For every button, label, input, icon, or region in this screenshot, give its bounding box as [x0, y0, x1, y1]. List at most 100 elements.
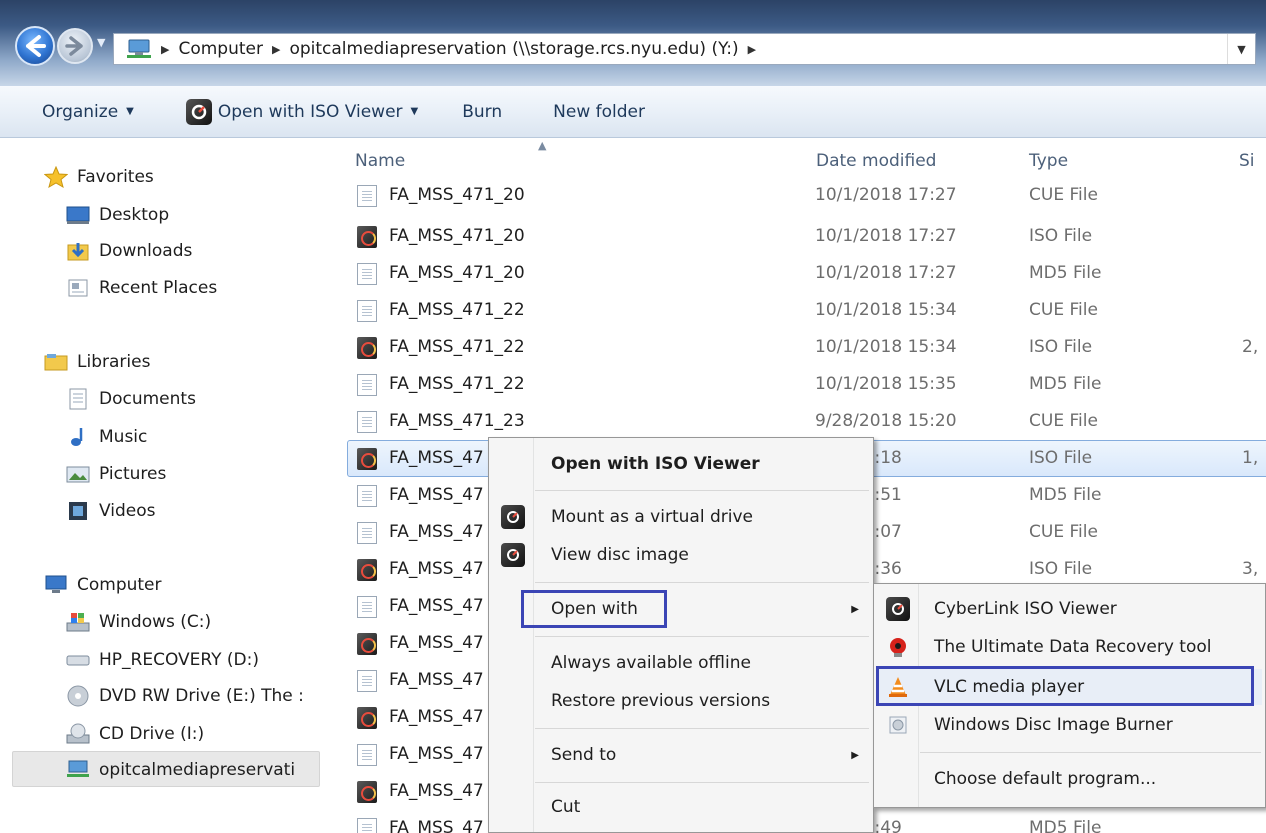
file-name-cell: FA_MSS_471_23 [389, 411, 525, 431]
column-header-type[interactable]: Type [1029, 151, 1068, 171]
menu-item-always-available-offline[interactable]: Always available offline [489, 646, 873, 680]
computer-icon [44, 574, 68, 596]
back-button[interactable] [15, 26, 55, 66]
document-file-icon [357, 670, 377, 692]
table-row[interactable]: FA_MSS_471_20 10/1/2018 17:27 ISO File [332, 218, 1266, 255]
address-field[interactable]: ▶ Computer ▶ opitcalmediapreservation (\… [113, 33, 1256, 65]
nav-item-drive-c[interactable]: Windows (C:) [66, 607, 211, 637]
nav-item-label: Desktop [99, 205, 170, 225]
nav-item-drive-i[interactable]: CD Drive (I:) [66, 719, 204, 749]
table-row[interactable]: FA_MSS_471_20 10/1/2018 17:27 MD5 File [332, 255, 1266, 292]
date-modified-cell: 10/1/2018 17:27 [815, 185, 957, 205]
file-name-cell: FA_MSS_47 [389, 781, 484, 801]
file-type-cell: ISO File [1029, 337, 1093, 357]
windows-drive-icon [66, 611, 90, 633]
menu-item-cut[interactable]: Cut [489, 790, 873, 824]
document-file-icon [357, 411, 377, 433]
nav-item-drive-e[interactable]: DVD RW Drive (E:) The : [66, 681, 304, 711]
document-file-icon [357, 374, 377, 396]
burn-label: Burn [462, 101, 503, 122]
nav-item-pictures[interactable]: Pictures [66, 459, 166, 489]
organize-button[interactable]: Organize ▼ [42, 102, 134, 122]
nav-computer[interactable]: Computer [44, 570, 162, 600]
file-name-cell: FA_MSS_47 [389, 744, 484, 764]
nav-item-label: CD Drive (I:) [99, 724, 205, 744]
table-row[interactable]: FA_MSS_471_22 10/1/2018 15:34 ISO File 2, [332, 329, 1266, 366]
forward-button[interactable] [57, 28, 93, 64]
nav-item-desktop[interactable]: Desktop [66, 200, 169, 230]
file-type-cell: ISO File [1029, 448, 1093, 468]
nav-item-label: Music [99, 427, 148, 447]
breadcrumb-separator[interactable]: ▶ [748, 43, 756, 56]
nav-item-drive-d[interactable]: HP_RECOVERY (D:) [66, 645, 259, 675]
breadcrumb-current-drive[interactable]: opitcalmediapreservation (\\storage.rcs.… [289, 39, 738, 59]
burn-button[interactable]: Burn [462, 102, 502, 122]
date-modified-cell: 10/1/2018 17:27 [815, 226, 957, 246]
menu-item-view-disc-image[interactable]: View disc image [489, 538, 873, 572]
table-row[interactable]: FA_MSS_471_23 9/28/2018 15:20 CUE File [332, 403, 1266, 440]
date-modified-cell: 10/1/2018 15:34 [815, 300, 957, 320]
table-row[interactable]: FA_MSS_471_22 10/1/2018 15:34 CUE File [332, 292, 1266, 329]
open-with-highlight-box [521, 590, 667, 628]
nav-item-label: Pictures [99, 464, 167, 484]
dvd-drive-icon [66, 685, 90, 707]
address-dropdown-button[interactable]: ▼ [1227, 34, 1255, 64]
file-size-cell: 2, [1242, 337, 1259, 357]
new-folder-button[interactable]: New folder [553, 102, 645, 122]
file-name-cell: FA_MSS_47 [389, 596, 484, 616]
breadcrumb-separator[interactable]: ▶ [272, 43, 280, 56]
menu-separator [535, 490, 869, 491]
data-recovery-icon [886, 635, 910, 659]
document-file-icon [357, 485, 377, 507]
date-modified-cell: 10/1/2018 15:34 [815, 337, 957, 357]
iso-file-icon [357, 448, 377, 470]
menu-item-cyberlink-iso-viewer[interactable]: CyberLink ISO Viewer [874, 592, 1265, 626]
organize-label: Organize [42, 101, 119, 122]
iso-file-icon [357, 337, 377, 359]
file-type-cell: CUE File [1029, 411, 1098, 431]
file-type-cell: ISO File [1029, 226, 1093, 246]
nav-item-music[interactable]: Music [66, 422, 147, 452]
document-file-icon [357, 596, 377, 618]
menu-item-send-to[interactable]: Send to ▶ [489, 738, 873, 772]
nav-item-recent-places[interactable]: Recent Places [66, 273, 217, 303]
cd-drive-icon [66, 723, 90, 745]
recent-pages-dropdown[interactable]: ▼ [97, 36, 111, 56]
file-name-cell: FA_MSS_47 [389, 485, 484, 505]
file-name-cell: FA_MSS_47 [389, 448, 484, 468]
file-name-cell: FA_MSS_47 [389, 707, 484, 727]
iso-viewer-icon [886, 597, 910, 621]
nav-libraries[interactable]: Libraries [44, 347, 150, 377]
nav-item-documents[interactable]: Documents [66, 384, 196, 414]
breadcrumb-separator[interactable]: ▶ [161, 43, 169, 56]
menu-item-windows-disc-image-burner[interactable]: Windows Disc Image Burner [874, 708, 1265, 742]
menu-separator [920, 752, 1261, 753]
file-type-cell: CUE File [1029, 300, 1098, 320]
nav-favorites[interactable]: Favorites [44, 162, 154, 192]
nav-item-videos[interactable]: Videos [66, 496, 156, 526]
column-header-name[interactable]: Name [355, 151, 405, 171]
column-header-size[interactable]: Si [1239, 151, 1255, 171]
open-with-iso-viewer-button[interactable]: Open with ISO Viewer ▼ [185, 98, 418, 125]
breadcrumb-computer[interactable]: Computer [178, 39, 263, 59]
nav-item-downloads[interactable]: Downloads [66, 236, 192, 266]
menu-item-choose-default-program[interactable]: Choose default program... [874, 762, 1265, 796]
star-icon [44, 166, 68, 188]
table-row[interactable]: FA_MSS_471_20 10/1/2018 17:27 CUE File [332, 181, 1266, 214]
file-type-cell: CUE File [1029, 185, 1098, 205]
command-toolbar: Organize ▼ Open with ISO Viewer ▼ Burn N… [0, 86, 1266, 138]
recent-places-icon [66, 277, 90, 299]
nav-item-label: Recent Places [99, 278, 218, 298]
file-name-cell: FA_MSS_47 [389, 670, 484, 690]
menu-item-label: Send to [551, 745, 617, 765]
column-header-date-modified[interactable]: Date modified [816, 151, 936, 171]
menu-item-ultimate-data-recovery[interactable]: The Ultimate Data Recovery tool [874, 630, 1265, 664]
menu-item-open-with-iso-viewer[interactable]: Open with ISO Viewer [489, 447, 873, 481]
menu-item-mount-virtual-drive[interactable]: Mount as a virtual drive [489, 500, 873, 534]
nav-item-network-drive-y[interactable]: opitcalmediapreservati [66, 755, 318, 785]
context-menu: Open with ISO Viewer Mount as a virtual … [488, 437, 874, 833]
file-type-cell: MD5 File [1029, 374, 1102, 394]
menu-item-restore-previous-versions[interactable]: Restore previous versions [489, 684, 873, 718]
document-file-icon [357, 300, 377, 322]
table-row[interactable]: FA_MSS_471_22 10/1/2018 15:35 MD5 File [332, 366, 1266, 403]
